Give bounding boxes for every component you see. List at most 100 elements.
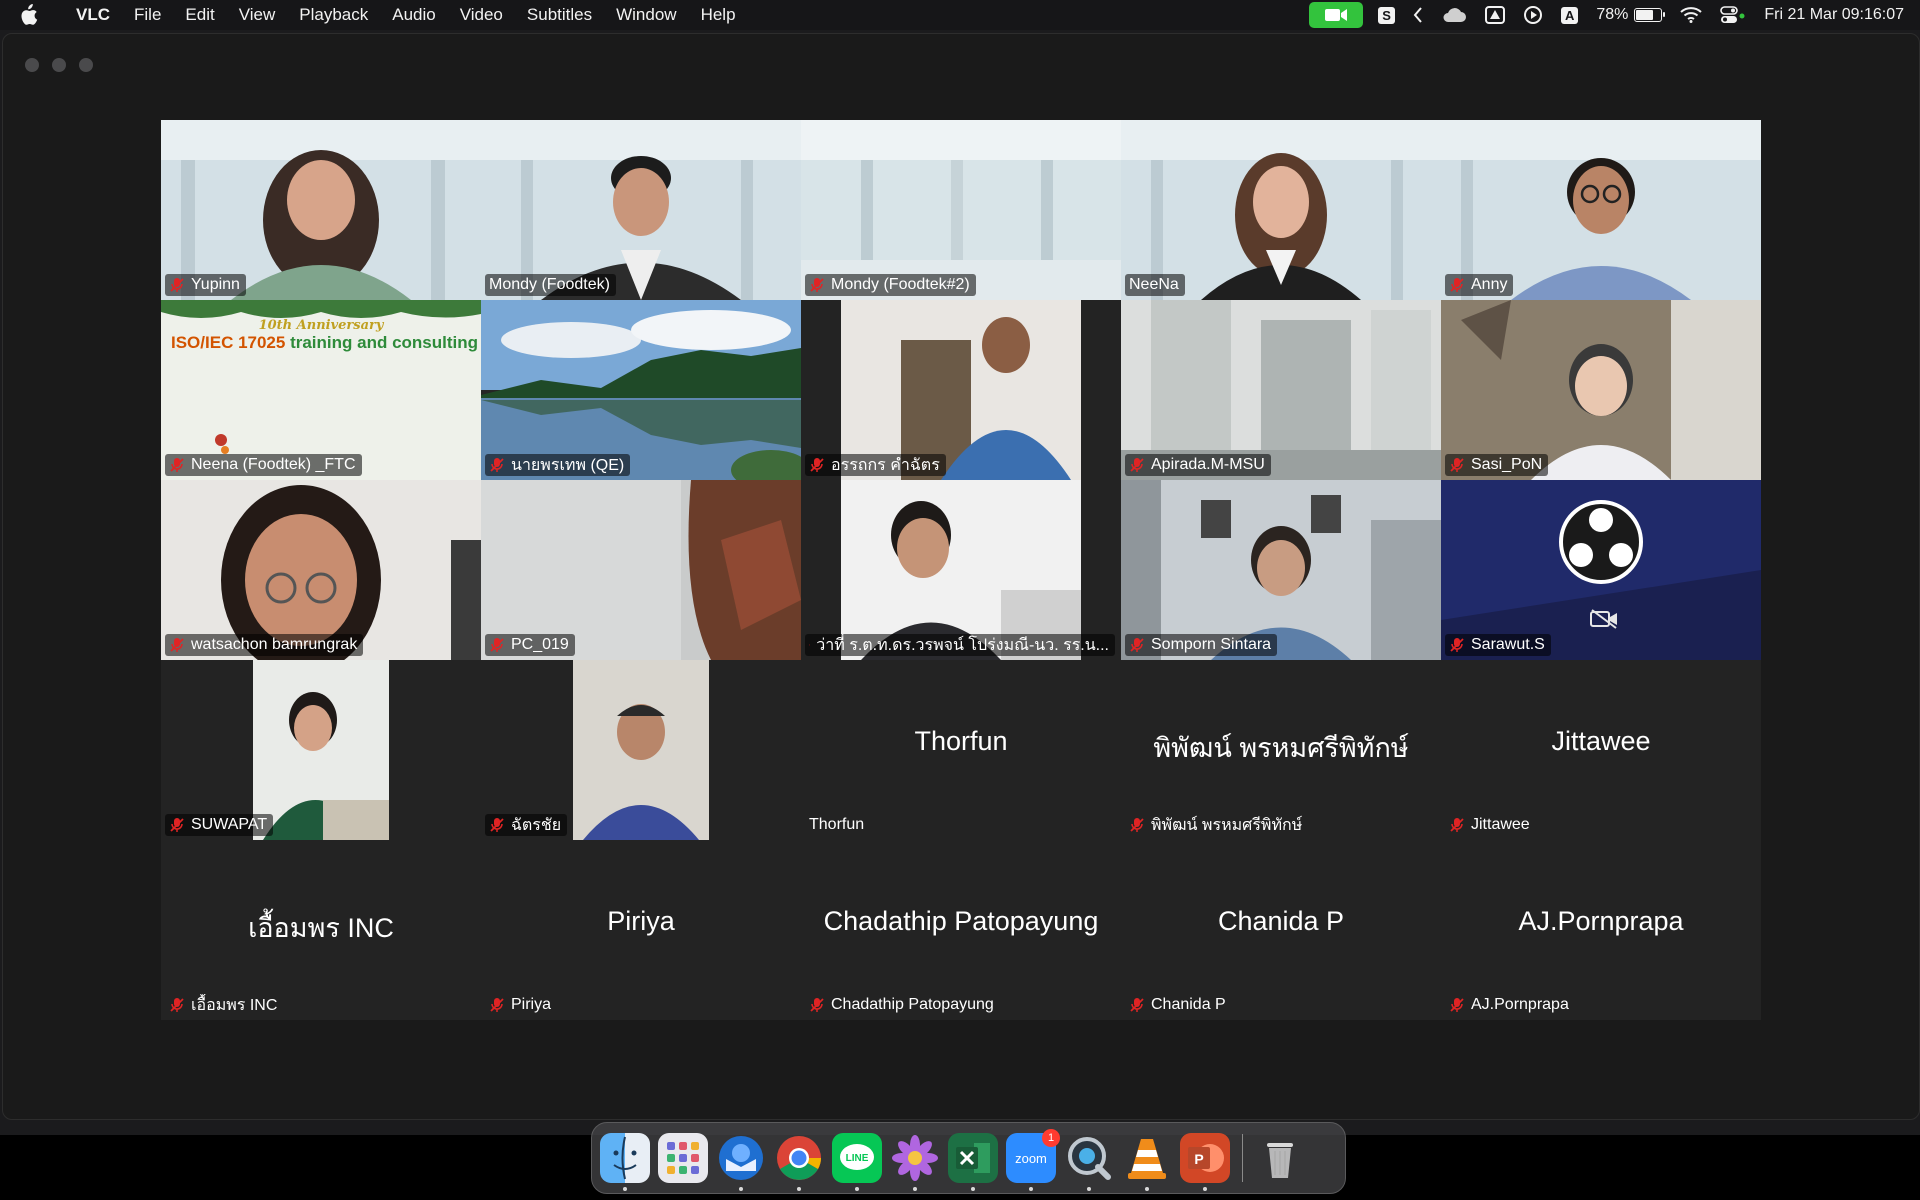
participant-tile[interactable]: Yupinn [161, 120, 481, 300]
participant-tile[interactable]: ว่าที่ ร.ต.ท.ดร.วรพจน์ โปร่งมณี-นว. รร.น… [801, 480, 1121, 660]
clock[interactable]: Fri 21 Mar 09:16:07 [1755, 0, 1920, 30]
participant-tile[interactable]: Sasi_PoN [1441, 300, 1761, 480]
participant-tile[interactable]: 10th Anniversary ISO/IEC 17025 training … [161, 300, 481, 480]
participant-name: Chadathip Patopayung [831, 996, 994, 1013]
menu-window[interactable]: Window [604, 5, 688, 25]
menu-bar: VLC File Edit View Playback Audio Video … [0, 0, 1920, 30]
participant-tile[interactable]: Mondy (Foodtek#2) [801, 120, 1121, 300]
apple-menu-icon[interactable] [18, 0, 54, 30]
participant-nametag: เอื้อมพร INC [165, 994, 283, 1016]
muted-mic-icon [490, 818, 504, 832]
trash-icon[interactable] [1255, 1133, 1305, 1183]
muted-mic-icon [490, 458, 504, 472]
thunderbird-icon[interactable] [716, 1133, 766, 1191]
participant-tile[interactable]: ฉัตรชัย [481, 660, 801, 840]
muted-mic-icon [170, 998, 184, 1012]
participant-name: Anny [1471, 276, 1508, 293]
launchpad-icon[interactable] [658, 1133, 708, 1183]
participant-tile[interactable]: นายพรเทพ (QE) [481, 300, 801, 480]
participant-tile[interactable]: พิพัฒน์ พรหมศรีพิทักษ์ พิพัฒน์ พรหมศรีพิ… [1121, 660, 1441, 840]
powerpoint-icon[interactable]: P [1180, 1133, 1230, 1191]
participant-tile[interactable]: เอื้อมพร INC เอื้อมพร INC [161, 840, 481, 1020]
participant-tile[interactable]: SUWAPAT [161, 660, 481, 840]
muted-mic-icon [810, 998, 824, 1012]
participant-nametag: ว่าที่ ร.ต.ท.ดร.วรพจน์ โปร่งมณี-นว. รร.น… [805, 634, 1115, 656]
control-center-icon[interactable] [1711, 0, 1755, 30]
menu-help[interactable]: Help [689, 5, 748, 25]
minimize-button[interactable] [52, 58, 66, 72]
participant-display-name: Chadathip Patopayung [823, 906, 1099, 936]
muted-mic-icon [1130, 998, 1144, 1012]
excel-icon[interactable] [948, 1133, 998, 1191]
play-circle-icon[interactable] [1514, 0, 1552, 30]
zoom-button[interactable] [79, 58, 93, 72]
participant-name: watsachon bamrungrak [191, 636, 358, 653]
participant-tile[interactable]: Somporn Sintara [1121, 480, 1441, 660]
webcam-feed [161, 480, 481, 660]
participant-nametag: SUWAPAT [165, 814, 274, 836]
menu-subtitles[interactable]: Subtitles [515, 5, 604, 25]
participant-tile[interactable]: อรรถกร คำฉัตร [801, 300, 1121, 480]
participant-tile[interactable]: Piriya Piriya [481, 840, 801, 1020]
input-source-icon[interactable]: A [1552, 0, 1587, 30]
banner-training: training and consulting [285, 333, 479, 352]
menu-file[interactable]: File [122, 5, 173, 25]
chevron-left-icon[interactable] [1404, 0, 1432, 30]
participant-nametag: Thorfun [805, 814, 870, 836]
battery-icon [1634, 8, 1666, 22]
svg-text:LINE: LINE [846, 1153, 869, 1164]
participant-tile[interactable]: Chanida P Chanida P [1121, 840, 1441, 1020]
participant-nametag: Somporn Sintara [1125, 634, 1278, 656]
participant-tile[interactable]: AJ.Pornprapa AJ.Pornprapa [1441, 840, 1761, 1020]
participant-nametag: Piriya [485, 994, 557, 1016]
menu-playback[interactable]: Playback [287, 5, 380, 25]
participant-nametag: PC_019 [485, 634, 575, 656]
participant-nametag: นายพรเทพ (QE) [485, 454, 631, 476]
participant-nametag: Neena (Foodtek) _FTC [165, 454, 362, 476]
muted-mic-icon [1450, 818, 1464, 832]
room-background [1121, 300, 1441, 480]
menu-video[interactable]: Video [448, 5, 515, 25]
menu-edit[interactable]: Edit [173, 5, 226, 25]
participant-name: Chanida P [1151, 996, 1226, 1013]
s-app-icon[interactable]: S [1369, 0, 1404, 30]
participant-nametag: Yupinn [165, 274, 246, 296]
muted-mic-icon [1450, 998, 1464, 1012]
muted-mic-icon [170, 818, 184, 832]
participant-tile[interactable]: Chadathip Patopayung Chadathip Patopayun… [801, 840, 1121, 1020]
battery-indicator[interactable]: 78% [1587, 0, 1671, 30]
participant-nametag: ฉัตรชัย [485, 814, 568, 836]
participant-nametag: watsachon bamrungrak [165, 634, 364, 656]
finder-icon[interactable] [600, 1133, 650, 1191]
participant-name: อรรถกร คำฉัตร [831, 456, 940, 474]
drive-icon[interactable] [1476, 0, 1514, 30]
menu-view[interactable]: View [227, 5, 288, 25]
vlc-icon[interactable] [1122, 1133, 1172, 1191]
participant-nametag: Mondy (Foodtek#2) [805, 274, 976, 296]
cloud-icon[interactable] [1432, 0, 1476, 30]
participant-tile[interactable]: Sarawut.S [1441, 480, 1761, 660]
zoom-icon[interactable]: zoom 1 [1006, 1129, 1060, 1191]
video-camera-icon[interactable] [1309, 2, 1364, 28]
participant-name: Sarawut.S [1471, 636, 1545, 653]
close-button[interactable] [25, 58, 39, 72]
status-area: S A 78% Fri 21 Mar 09:16:07 [1309, 0, 1920, 30]
participant-tile[interactable]: Jittawee Jittawee [1441, 660, 1761, 840]
participant-name: นายพรเทพ (QE) [511, 456, 625, 474]
participant-tile-active-speaker[interactable]: NeeNa [1121, 120, 1441, 300]
participant-tile[interactable]: watsachon bamrungrak [161, 480, 481, 660]
participant-tile[interactable]: Anny [1441, 120, 1761, 300]
participant-tile[interactable]: Apirada.M-MSU [1121, 300, 1441, 480]
wifi-icon[interactable] [1671, 0, 1711, 30]
line-icon[interactable]: LINE [832, 1133, 882, 1191]
participant-tile[interactable]: PC_019 [481, 480, 801, 660]
office-background [1441, 120, 1761, 300]
menu-audio[interactable]: Audio [380, 5, 447, 25]
muted-mic-icon [170, 638, 184, 652]
chrome-icon[interactable] [774, 1133, 824, 1191]
quicktime-icon[interactable] [1064, 1133, 1114, 1191]
app-menu-vlc[interactable]: VLC [64, 5, 122, 25]
participant-tile[interactable]: Mondy (Foodtek) [481, 120, 801, 300]
flower-app-icon[interactable] [890, 1133, 940, 1191]
participant-tile[interactable]: Thorfun Thorfun [801, 660, 1121, 840]
